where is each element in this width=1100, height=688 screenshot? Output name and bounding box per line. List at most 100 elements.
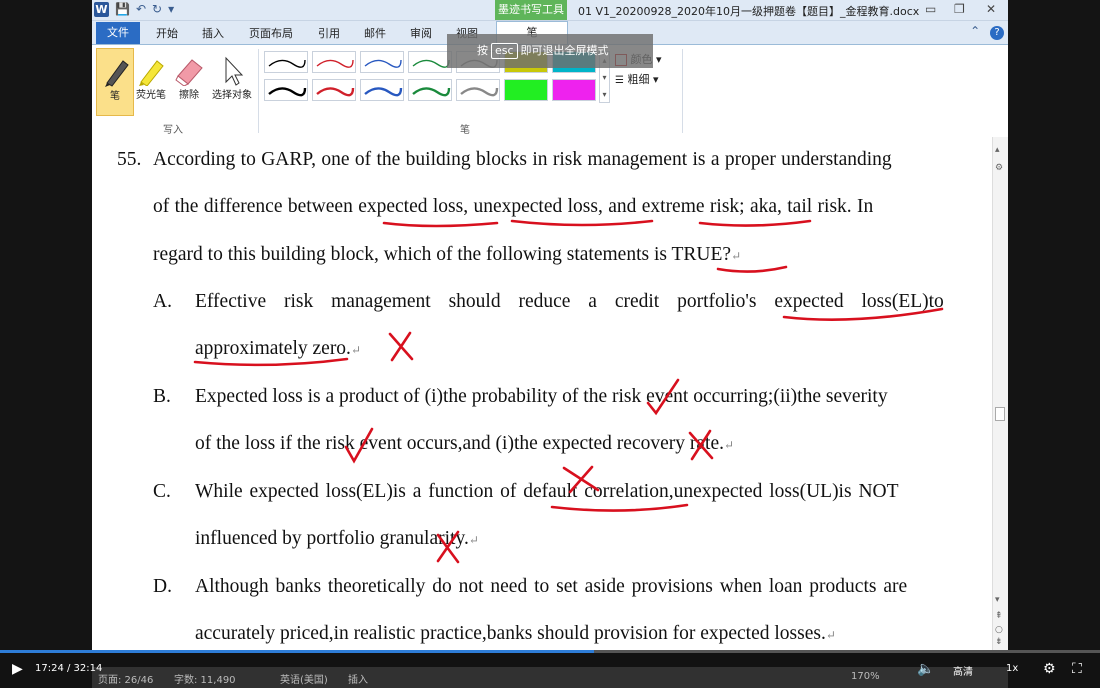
tab-home[interactable]: 开始 — [156, 25, 178, 41]
document-page[interactable]: 55. According to GARP, one of the buildi… — [92, 137, 992, 650]
video-time: 17:24 / 32:14 — [35, 663, 103, 674]
esc-hint-prefix: 按 — [477, 44, 488, 57]
vertical-scrollbar[interactable]: ▴ ⚙ ▾ ⇞ ○ ⇟ — [992, 137, 1008, 650]
status-page: 页面: 26/46 — [98, 675, 154, 686]
scroll-down-icon[interactable]: ▾ — [995, 595, 1000, 605]
question-number: 55. — [117, 149, 142, 170]
pen-swatch[interactable] — [552, 79, 596, 101]
ink-tools-context-title: 墨迹书写工具 — [495, 0, 567, 20]
ink-underline-unexpected-loss — [510, 219, 654, 227]
redo-icon[interactable]: ↻ — [152, 2, 162, 17]
option-c-letter: C. — [153, 481, 171, 502]
pen-swatch[interactable] — [312, 79, 356, 101]
option-c-line-2-text: influenced by portfolio granularity. — [195, 528, 469, 549]
speed-button[interactable]: 1x — [1006, 663, 1018, 674]
customize-qat-icon[interactable]: ▾ — [168, 2, 174, 17]
pen-tool-button[interactable]: 笔 — [96, 48, 134, 116]
cursor-arrow-icon — [225, 56, 244, 86]
pen-weight-option[interactable]: ☰ 粗细 ▾ — [615, 71, 659, 87]
pen-swatch[interactable] — [408, 51, 452, 73]
select-objects-button[interactable]: 选择对象 — [208, 48, 256, 116]
minimize-icon[interactable]: ▭ — [925, 2, 936, 16]
tab-insert[interactable]: 插入 — [202, 25, 224, 41]
title-bar: W 💾 ↶ ↻ ▾ 墨迹书写工具 01 V1_20200928_2020年10月… — [92, 0, 1008, 21]
tab-review[interactable]: 审阅 — [410, 25, 432, 41]
fullscreen-icon[interactable]: ⛶ — [1072, 661, 1082, 677]
eraser-icon — [175, 59, 203, 86]
question-line-3: regard to this building block, which of … — [153, 243, 741, 268]
highlighter-tool-label: 荧光笔 — [136, 90, 166, 101]
group-separator — [682, 49, 683, 133]
volume-icon[interactable]: 🔈 — [917, 661, 934, 677]
pen-swatch[interactable] — [360, 79, 404, 101]
scroll-gear-icon[interactable]: ⚙ — [995, 163, 1003, 173]
eraser-tool-button[interactable]: 擦除 — [170, 48, 208, 116]
status-mode: 插入 — [348, 675, 368, 686]
ribbon-controls: ⌃ ? — [970, 24, 1004, 40]
close-icon[interactable]: ✕ — [986, 2, 996, 16]
question-line-1: According to GARP, one of the building b… — [153, 149, 892, 170]
pen-swatch[interactable] — [264, 51, 308, 73]
quality-button[interactable]: 高清 — [953, 663, 973, 678]
tab-file[interactable]: 文件 — [96, 22, 140, 44]
option-d-line-2: accurately priced,in realistic practice,… — [195, 622, 836, 647]
option-a-letter: A. — [153, 291, 172, 312]
option-d-line-1: Although banks theoretically do not need… — [195, 576, 908, 597]
video-letterbox-right — [1008, 0, 1100, 650]
scroll-up-icon[interactable]: ▴ — [995, 145, 1000, 155]
collapse-ribbon-icon[interactable]: ⌃ — [970, 24, 980, 38]
save-icon[interactable]: 💾 — [115, 2, 130, 17]
play-icon[interactable]: ▶ — [12, 661, 23, 677]
pen-swatch[interactable] — [360, 51, 404, 73]
option-b-line-2: of the loss if the risk event occurs,and… — [195, 432, 734, 457]
esc-key: esc — [491, 43, 518, 59]
paragraph-mark: ↵ — [825, 628, 836, 642]
settings-gear-icon[interactable]: ⚙ — [1043, 661, 1056, 677]
pen-swatch[interactable] — [456, 79, 500, 101]
tab-page-layout[interactable]: 页面布局 — [249, 25, 293, 41]
option-a-line-2: approximately zero.↵ — [195, 337, 361, 362]
option-b-line-1: Expected loss is a product of (i)the pro… — [195, 386, 888, 407]
pen-swatch[interactable] — [264, 79, 308, 101]
weight-icon: ☰ — [615, 75, 624, 86]
option-b-line-2-text: of the loss if the risk event occurs,and… — [195, 433, 724, 454]
ink-underline-extreme-risk — [698, 219, 812, 227]
prev-page-icon[interactable]: ⇞ — [995, 611, 1003, 621]
pen-swatch[interactable] — [408, 79, 452, 101]
tab-mailings[interactable]: 邮件 — [364, 25, 386, 41]
option-d-line-2-text: accurately priced,in realistic practice,… — [195, 623, 826, 644]
paragraph-mark: ↵ — [731, 249, 742, 263]
eraser-tool-label: 擦除 — [179, 90, 199, 101]
question-line-3-text: regard to this building block, which of … — [153, 244, 732, 265]
undo-icon[interactable]: ↶ — [136, 2, 146, 17]
option-a-line-2-text: approximately zero. — [195, 338, 351, 359]
option-b-letter: B. — [153, 386, 171, 407]
word-logo-icon[interactable]: W — [94, 2, 109, 17]
restore-icon[interactable]: ❐ — [954, 2, 965, 16]
status-language: 英语(美国) — [280, 675, 328, 686]
tab-references[interactable]: 引用 — [318, 25, 340, 41]
paragraph-mark: ↵ — [724, 438, 735, 452]
option-c-line-2: influenced by portfolio granularity.↵ — [195, 527, 479, 552]
next-page-icon[interactable]: ⇟ — [995, 637, 1003, 647]
status-words: 字数: 11,490 — [174, 675, 236, 686]
highlighter-tool-button[interactable]: 荧光笔 — [132, 48, 170, 116]
help-icon[interactable]: ? — [990, 26, 1004, 40]
pen-swatch[interactable] — [504, 79, 548, 101]
document-title: 01 V1_20200928_2020年10月一级押题卷【题目】_金程教育.do… — [578, 5, 920, 18]
option-a-line-1: Effective risk management should reduce … — [195, 291, 944, 312]
pen-swatch[interactable] — [312, 51, 356, 73]
paragraph-mark: ↵ — [350, 343, 361, 357]
browse-object-icon[interactable]: ○ — [995, 625, 1003, 635]
pen-group-label: 笔 — [460, 125, 470, 136]
select-objects-label: 选择对象 — [212, 90, 252, 101]
paragraph-mark: ↵ — [468, 533, 479, 547]
pen-tool-label: 笔 — [110, 91, 120, 102]
option-d-letter: D. — [153, 576, 172, 597]
quick-access-toolbar: W 💾 ↶ ↻ ▾ — [94, 2, 174, 17]
status-zoom: 170% — [851, 671, 880, 682]
scroll-thumb[interactable] — [995, 407, 1005, 421]
question-line-2: of the difference between expected loss,… — [153, 196, 874, 217]
ink-cross-option-a — [388, 331, 414, 362]
esc-hint-suffix: 即可退出全屏模式 — [520, 44, 609, 57]
